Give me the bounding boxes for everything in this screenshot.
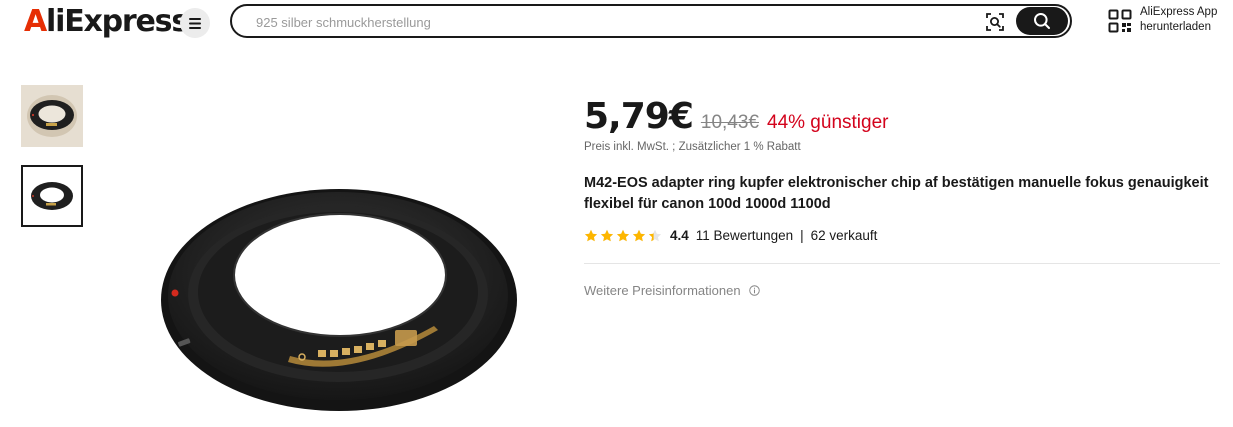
aliexpress-logo[interactable]: AliExpress — [24, 3, 189, 41]
price-row: 5,79€ 10,43€ 44% günstiger — [584, 96, 888, 137]
product-main-image[interactable] — [150, 170, 530, 427]
search-icon — [1034, 13, 1050, 29]
header: AliExpress 925 silber schmuckherstellung… — [0, 0, 1233, 44]
app-download-line2: herunterladen — [1140, 21, 1211, 33]
app-download-link[interactable]: AliExpress App herunterladen — [1108, 5, 1217, 35]
search-bar — [230, 4, 1072, 38]
qr-code-icon — [1108, 9, 1132, 33]
logo-accent: A — [24, 4, 47, 39]
star-icon — [648, 229, 662, 241]
star-icon — [584, 229, 598, 241]
product-title: M42-EOS adapter ring kupfer elektronisch… — [584, 175, 1209, 212]
product-thumbnail-photo — [21, 85, 83, 147]
tax-note: Preis inkl. MwSt. ; Zusätzlicher 1 % Rab… — [584, 141, 801, 153]
current-price: 5,79€ — [584, 96, 694, 137]
lens-adapter-ring-image — [161, 189, 517, 411]
rating-separator: | — [800, 228, 804, 243]
info-icon — [748, 285, 760, 296]
hamburger-menu-icon — [189, 17, 201, 29]
star-icon — [632, 229, 646, 241]
product-thumbnail-1[interactable] — [21, 85, 83, 147]
product-thumbnail-ring — [23, 167, 81, 225]
more-price-info-label: Weitere Preisinformationen — [584, 283, 741, 298]
menu-button[interactable] — [180, 8, 210, 38]
search-input[interactable] — [254, 11, 958, 33]
more-price-info-link[interactable]: Weitere Preisinformationen — [584, 283, 760, 298]
search-button[interactable] — [1016, 7, 1068, 35]
star-icon — [616, 229, 630, 241]
image-search-icon — [986, 13, 1004, 31]
logo-text: liExpress — [46, 4, 189, 39]
divider — [584, 263, 1220, 264]
original-price: 10,43€ — [700, 112, 759, 133]
rating-row: 4.4 11 Bewertungen | 62 verkauft — [584, 228, 877, 243]
star-icon — [600, 229, 614, 241]
product-thumbnail-2[interactable] — [21, 165, 83, 227]
image-search-button[interactable] — [984, 11, 1006, 33]
rating-score: 4.4 — [670, 228, 689, 243]
sold-count: 62 verkauft — [810, 228, 878, 243]
discount-label: 44% günstiger — [767, 112, 889, 133]
star-rating[interactable] — [584, 229, 662, 243]
app-download-line1: AliExpress App — [1140, 6, 1218, 18]
review-count[interactable]: 11 Bewertungen — [696, 228, 793, 243]
